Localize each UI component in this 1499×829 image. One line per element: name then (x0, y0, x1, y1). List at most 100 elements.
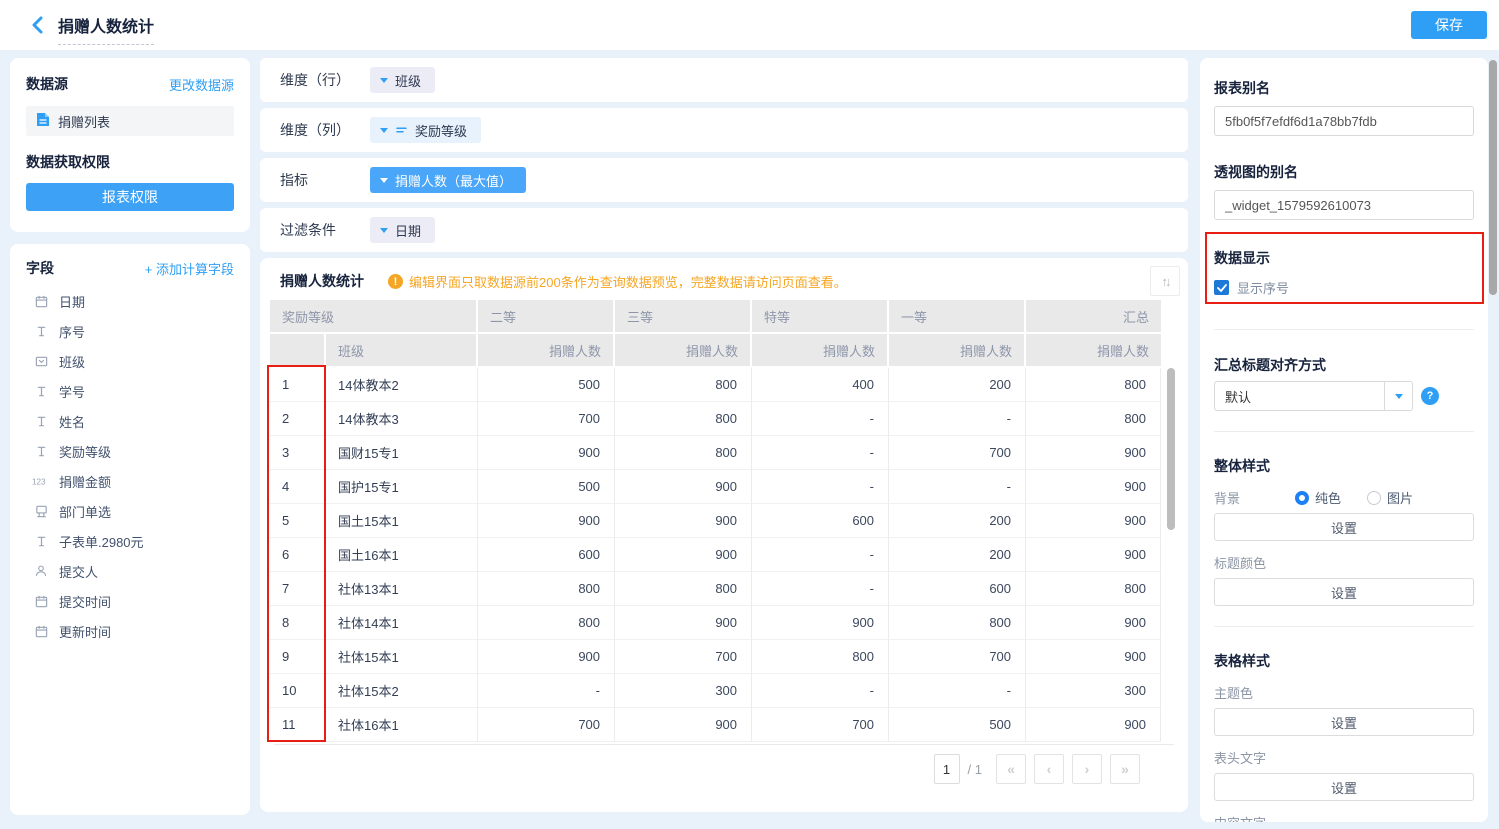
seq-cell: 1 (270, 368, 326, 402)
field-label: 提交时间 (59, 592, 111, 611)
radio-image[interactable] (1367, 491, 1381, 505)
config-row: 维度（行）班级 (260, 58, 1188, 102)
value-cell: 900 (752, 606, 889, 640)
value-cell: 600 (752, 504, 889, 538)
chevron-down-icon (380, 178, 388, 183)
field-item-奖励等级[interactable]: 奖励等级 (26, 436, 234, 466)
header-cell: 捐赠人数 (1026, 334, 1161, 368)
table-row: 4国护15专1500900--900 (270, 470, 1161, 504)
class-cell: 社体14本1 (326, 606, 478, 640)
datasource-panel: 数据源 更改数据源 捐赠列表 数据获取权限 报表权限 (10, 58, 250, 232)
table-body: 114体教本2500800400200800214体教本3700800--800… (270, 368, 1161, 742)
field-item-提交时间[interactable]: 提交时间 (26, 586, 234, 616)
pivot-table-panel: 捐赠人数统计 ! 编辑界面只取数据源前200条作为查询数据预览，完整数据请访问页… (260, 258, 1188, 812)
config-label: 指标 (260, 170, 370, 190)
seq-cell: 8 (270, 606, 326, 640)
field-tag[interactable]: 班级 (370, 67, 435, 93)
class-cell: 国护15专1 (326, 470, 478, 504)
class-cell: 国财15专1 (326, 436, 478, 470)
field-item-子表单.2980元[interactable]: 子表单.2980元 (26, 526, 234, 556)
summary-align-select[interactable]: 默认 (1214, 381, 1413, 411)
background-setting-button[interactable]: 设置 (1214, 513, 1474, 541)
help-icon[interactable]: ? (1421, 387, 1439, 405)
page-title[interactable]: 捐赠人数统计 (58, 13, 154, 45)
field-item-日期[interactable]: 日期 (26, 286, 234, 316)
field-tag[interactable]: 奖励等级 (370, 117, 481, 143)
field-item-更新时间[interactable]: 更新时间 (26, 616, 234, 646)
class-cell: 14体教本3 (326, 402, 478, 436)
field-label: 日期 (59, 292, 85, 311)
solid-color-label[interactable]: 纯色 (1315, 488, 1341, 507)
datasource-title: 数据源 (26, 74, 68, 94)
group-header-row: 奖励等级二等三等特等一等汇总 (270, 300, 1161, 334)
table-style-title: 表格样式 (1214, 651, 1474, 671)
header-cell: 奖励等级 (270, 300, 478, 334)
last-page-icon[interactable]: » (1110, 754, 1140, 784)
next-page-icon[interactable]: › (1072, 754, 1102, 784)
back-icon[interactable] (26, 13, 50, 37)
value-cell: 800 (889, 606, 1026, 640)
class-cell: 14体教本2 (326, 368, 478, 402)
table-row: 7社体13本1800800-600800 (270, 572, 1161, 606)
value-cell: 700 (478, 708, 615, 742)
save-button[interactable]: 保存 (1411, 11, 1487, 39)
prev-page-icon[interactable]: ‹ (1034, 754, 1064, 784)
add-calc-field-link[interactable]: + 添加计算字段 (145, 259, 234, 278)
change-datasource-link[interactable]: 更改数据源 (169, 75, 234, 94)
chevron-down-icon (380, 228, 388, 233)
value-cell: 900 (478, 436, 615, 470)
show-seq-checkbox-row[interactable]: 显示序号 (1214, 278, 1474, 297)
theme-color-setting-button[interactable]: 设置 (1214, 708, 1474, 736)
value-cell: 300 (615, 674, 752, 708)
plus-icon: + (145, 262, 153, 277)
tag-label: 日期 (395, 221, 421, 240)
header-text-setting-button[interactable]: 设置 (1214, 773, 1474, 801)
field-item-班级[interactable]: 班级 (26, 346, 234, 376)
class-cell: 社体15本1 (326, 640, 478, 674)
value-cell: 700 (478, 402, 615, 436)
sort-order-icon[interactable]: ↑↓ (1150, 266, 1180, 296)
field-item-部门单选[interactable]: 部门单选 (26, 496, 234, 526)
widget-alias-label: 透视图的别名 (1214, 162, 1474, 182)
class-cell: 国土16本1 (326, 538, 478, 572)
title-color-setting-button[interactable]: 设置 (1214, 578, 1474, 606)
value-cell: 900 (478, 640, 615, 674)
header-cell: 汇总 (1026, 300, 1161, 334)
image-label[interactable]: 图片 (1387, 488, 1413, 507)
value-cell: 900 (615, 470, 752, 504)
field-item-序号[interactable]: 序号 (26, 316, 234, 346)
title-color-label: 标题颜色 (1214, 553, 1474, 572)
settings-panel: 报表别名 透视图的别名 数据显示 显示序号 汇总标题对齐方式 默认 ? 整体样式… (1200, 58, 1488, 822)
field-tag[interactable]: 日期 (370, 217, 435, 243)
sub-header-row: 班级捐赠人数捐赠人数捐赠人数捐赠人数捐赠人数 (270, 334, 1161, 368)
field-item-提交人[interactable]: 提交人 (26, 556, 234, 586)
field-tag[interactable]: 捐赠人数（最大值） (370, 167, 526, 193)
checkbox-checked-icon[interactable] (1214, 280, 1229, 295)
header-cell: 特等 (752, 300, 889, 334)
header-cell: 捐赠人数 (478, 334, 615, 368)
report-alias-input[interactable] (1214, 106, 1474, 136)
value-cell: 900 (615, 538, 752, 572)
radio-solid-color-selected[interactable] (1295, 491, 1309, 505)
value-cell: - (889, 402, 1026, 436)
field-item-姓名[interactable]: 姓名 (26, 406, 234, 436)
widget-alias-input[interactable] (1214, 190, 1474, 220)
table-row: 9社体15本1900700800700900 (270, 640, 1161, 674)
first-page-icon[interactable]: « (996, 754, 1026, 784)
class-cell: 社体15本2 (326, 674, 478, 708)
seq-cell: 11 (270, 708, 326, 742)
class-cell: 国土15本1 (326, 504, 478, 538)
warning-text: 编辑界面只取数据源前200条作为查询数据预览，完整数据请访问页面查看。 (409, 272, 847, 291)
value-cell: 800 (615, 402, 752, 436)
datasource-item[interactable]: 捐赠列表 (26, 106, 234, 136)
content-text-label: 内容文字 (1214, 813, 1474, 822)
field-item-捐赠金额[interactable]: 123捐赠金额 (26, 466, 234, 496)
field-item-学号[interactable]: 学号 (26, 376, 234, 406)
field-label: 更新时间 (59, 622, 111, 641)
page-scrollbar-thumb[interactable] (1489, 60, 1497, 295)
value-cell: 200 (889, 368, 1026, 402)
table-scrollbar-thumb[interactable] (1167, 368, 1175, 530)
report-permission-button[interactable]: 报表权限 (26, 183, 234, 211)
page-input[interactable] (934, 754, 960, 784)
show-seq-label: 显示序号 (1237, 278, 1289, 297)
